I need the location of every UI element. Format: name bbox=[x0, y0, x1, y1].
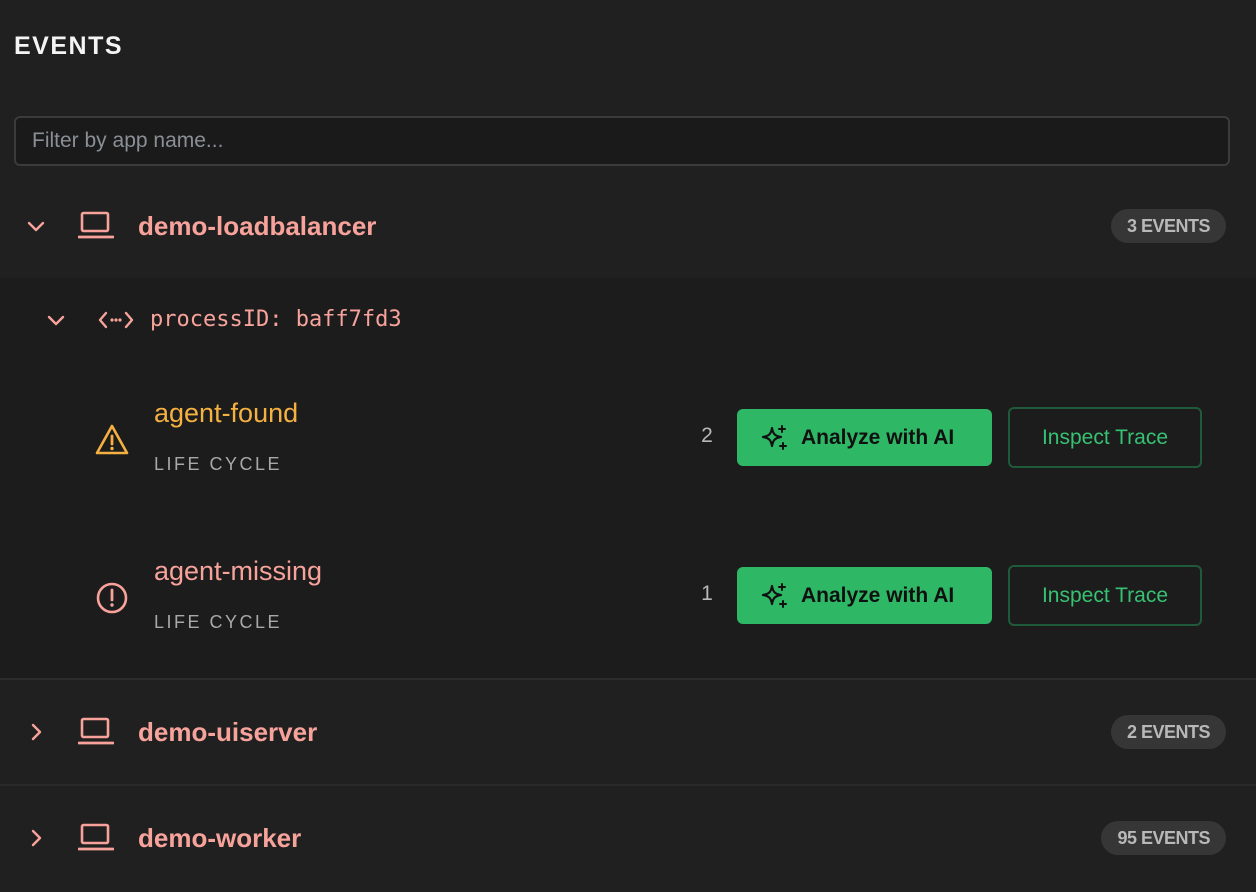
sparkle-icon bbox=[761, 582, 787, 608]
analyze-button-label: Analyze with AI bbox=[801, 583, 955, 607]
chevron-down-icon[interactable] bbox=[24, 214, 48, 238]
laptop-icon bbox=[77, 823, 115, 853]
analyze-with-ai-button[interactable]: Analyze with AI bbox=[737, 567, 992, 624]
event-occurrence-count: 1 bbox=[701, 582, 713, 605]
event-name: agent-found bbox=[154, 398, 299, 428]
analyze-button-label: Analyze with AI bbox=[801, 425, 955, 449]
page-title: EVENTS bbox=[14, 32, 124, 60]
alert-circle-icon bbox=[94, 580, 130, 616]
app-group-header[interactable]: demo-uiserver 2 EVENTS bbox=[0, 684, 1256, 780]
chevron-right-icon[interactable] bbox=[24, 826, 48, 850]
app-name: demo-loadbalancer bbox=[138, 210, 377, 241]
process-group-header[interactable]: processID: baff7fd3 bbox=[0, 298, 600, 342]
code-icon bbox=[98, 308, 134, 332]
chevron-down-icon[interactable] bbox=[44, 308, 68, 332]
event-count-badge: 95 EVENTS bbox=[1101, 821, 1226, 855]
app-group-header[interactable]: demo-loadbalancer 3 EVENTS bbox=[0, 178, 1256, 274]
event-count-badge: 3 EVENTS bbox=[1110, 209, 1226, 243]
analyze-with-ai-button[interactable]: Analyze with AI bbox=[737, 409, 992, 466]
event-occurrence-count: 2 bbox=[701, 424, 713, 447]
event-category: LIFE CYCLE bbox=[154, 612, 283, 632]
process-id-label: processID: baff7fd3 bbox=[150, 307, 402, 332]
app-filter-input[interactable] bbox=[14, 116, 1230, 166]
sparkle-icon bbox=[761, 424, 787, 450]
app-name: demo-worker bbox=[138, 822, 302, 853]
events-panel: EVENTS demo-loadbalancer 3 EVENTS proces… bbox=[0, 0, 1256, 892]
chevron-right-icon[interactable] bbox=[24, 720, 48, 744]
app-group-header[interactable]: demo-worker 95 EVENTS bbox=[0, 790, 1256, 886]
inspect-trace-button[interactable]: Inspect Trace bbox=[1008, 407, 1202, 468]
laptop-icon bbox=[77, 211, 115, 241]
laptop-icon bbox=[77, 717, 115, 747]
inspect-trace-button[interactable]: Inspect Trace bbox=[1008, 565, 1202, 626]
event-count-badge: 2 EVENTS bbox=[1110, 715, 1226, 749]
event-row: agent-missing LIFE CYCLE 1 Analyze with … bbox=[0, 536, 1256, 656]
warning-triangle-icon bbox=[94, 422, 130, 458]
event-name: agent-missing bbox=[154, 556, 323, 586]
app-group-body: processID: baff7fd3 agent-found LIFE CYC… bbox=[0, 278, 1256, 680]
event-category: LIFE CYCLE bbox=[154, 454, 283, 474]
divider bbox=[0, 784, 1256, 786]
event-row: agent-found LIFE CYCLE 2 Analyze with AI… bbox=[0, 378, 1256, 498]
app-name: demo-uiserver bbox=[138, 716, 318, 747]
